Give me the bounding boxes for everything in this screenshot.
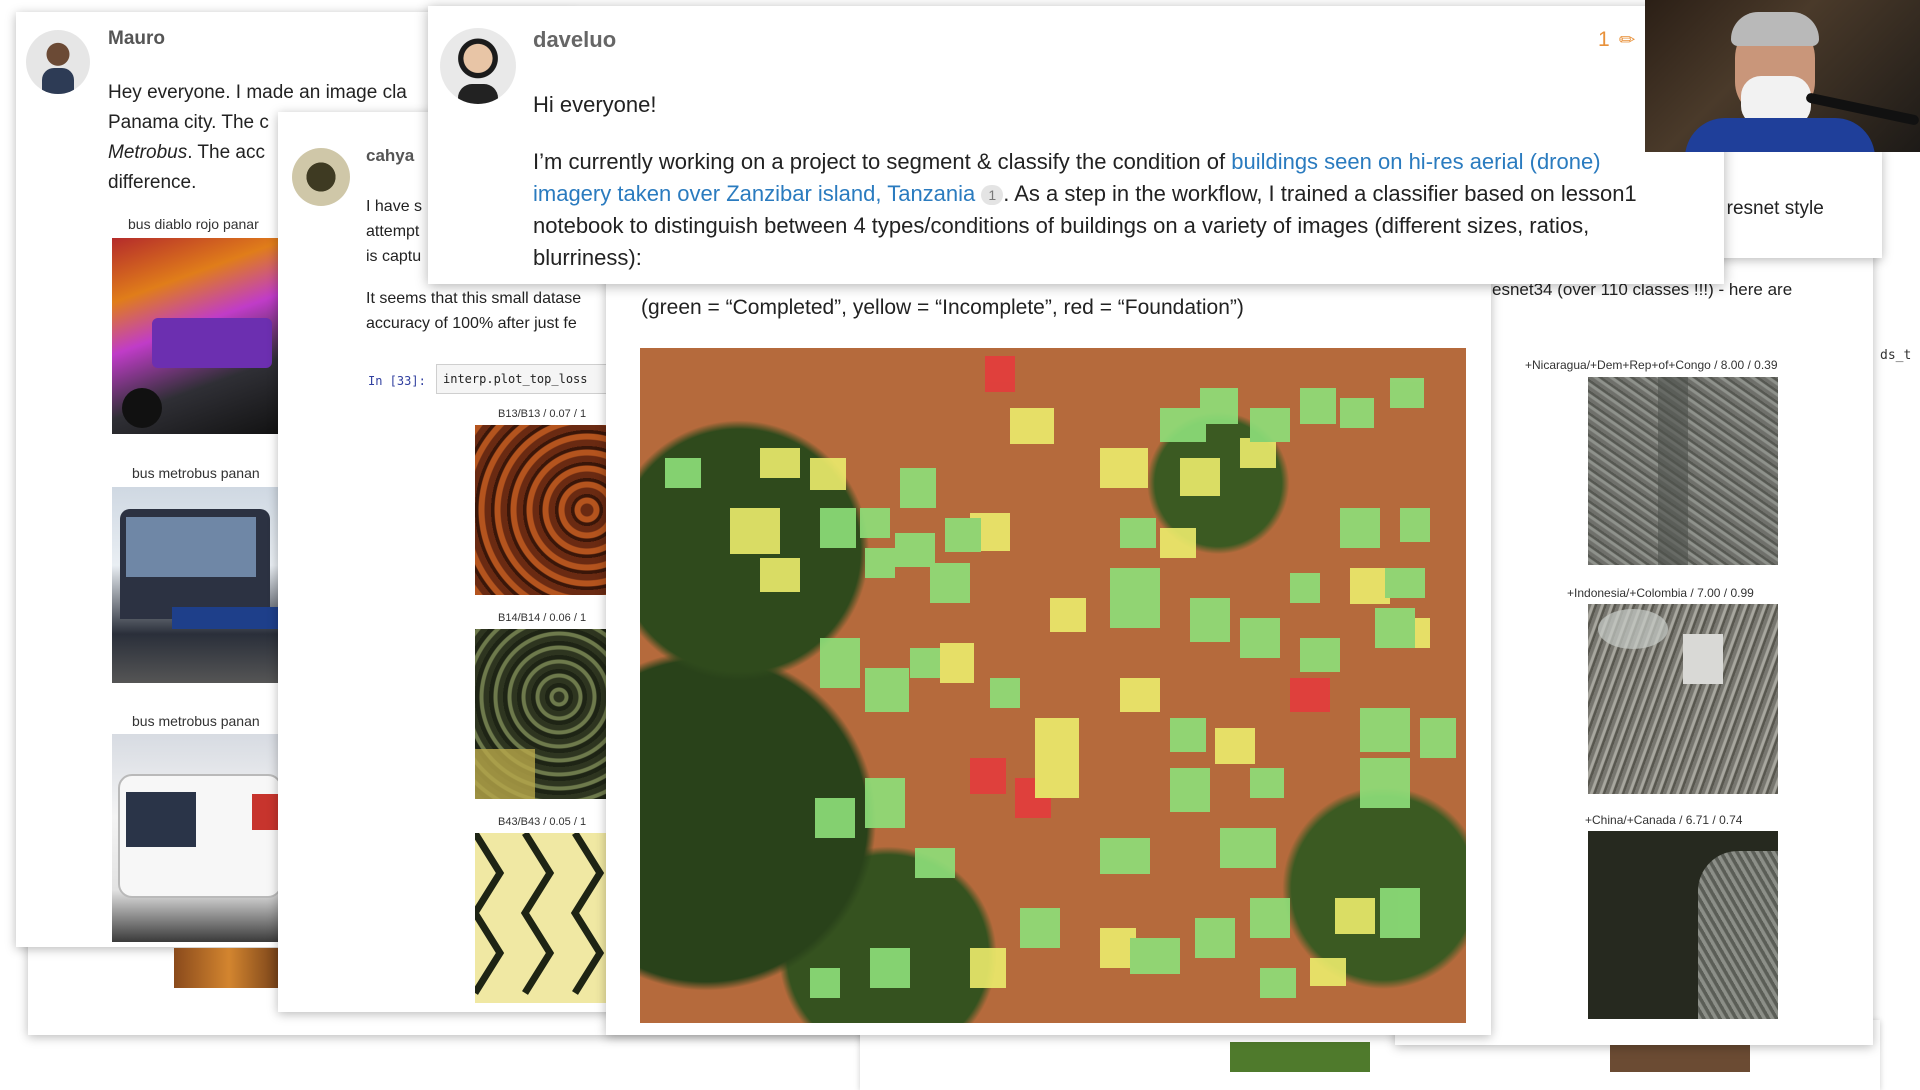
- image-caption: bus metrobus panan: [132, 713, 260, 729]
- satellite-image-3: [1588, 831, 1778, 1019]
- username-cahya[interactable]: cahya: [366, 146, 414, 166]
- image-caption: B13/B13 / 0.07 / 1: [498, 408, 587, 420]
- post-line: I have s: [366, 198, 423, 215]
- username-daveluo[interactable]: daveluo: [533, 27, 616, 53]
- satellite-image-2: [1588, 604, 1778, 794]
- post-line-rest: . The acc: [187, 142, 266, 163]
- post-line: Hey everyone. I made an image cla: [108, 82, 407, 103]
- presenter-hair: [1731, 12, 1819, 46]
- forum-post-image-card: (green = “Completed”, yellow = “Incomple…: [606, 270, 1491, 1035]
- image-caption: B14/B14 / 0.06 / 1: [498, 612, 587, 624]
- bus-image-2: [112, 487, 288, 683]
- post-line: It seems that this small datase: [366, 290, 582, 307]
- image-caption: bus metrobus panan: [132, 465, 260, 481]
- code-text: interp.plot_top_loss: [443, 372, 588, 386]
- webcam-video-overlay: [1645, 0, 1920, 152]
- post-line: attempt: [366, 223, 420, 240]
- post-body-pre: I’m currently working on a project to se…: [533, 149, 1232, 174]
- post-text-cahya: I have s attempt is captu: [366, 194, 422, 269]
- presenter-shirt: [1685, 118, 1875, 152]
- avatar-daveluo: [440, 28, 516, 104]
- satellite-image-1: [1588, 377, 1778, 565]
- post-body-daveluo: I’m currently working on a project to se…: [533, 146, 1673, 274]
- edit-indicator[interactable]: 1 ✎: [1598, 27, 1641, 53]
- food-thumbnail: [1610, 1042, 1750, 1072]
- image-caption: B43/B43 / 0.05 / 1: [498, 816, 587, 828]
- post-line: is captu: [366, 248, 422, 265]
- food-image-partial: [174, 948, 284, 988]
- building-overlays: [665, 356, 1456, 998]
- post-line: accuracy of 100% after just fe: [366, 315, 577, 332]
- avatar-mauro: [26, 30, 90, 94]
- code-edge-text: ds_t: [1880, 348, 1912, 363]
- image-caption: +China/+Canada / 6.71 / 0.74: [1585, 813, 1743, 827]
- link-click-count: 1: [981, 185, 1004, 206]
- legend-text: (green = “Completed”, yellow = “Incomple…: [641, 296, 1244, 319]
- pencil-icon: ✎: [1614, 27, 1641, 54]
- avatar-cahya: [292, 148, 350, 206]
- post-greeting: Hi everyone!: [533, 92, 657, 117]
- post-text-cahya-2: It seems that this small datase accuracy…: [366, 286, 581, 336]
- edit-count: 1: [1598, 28, 1610, 51]
- image-caption: +Nicaragua/+Dem+Rep+of+Congo / 8.00 / 0.…: [1525, 358, 1778, 372]
- forum-post-daveluo: daveluo 1 ✎ Hi everyone! I’m currently w…: [428, 6, 1724, 284]
- bus-image-3: [112, 734, 288, 942]
- username-mauro[interactable]: Mauro: [108, 28, 165, 50]
- aerial-drone-image[interactable]: [640, 348, 1466, 1023]
- code-prompt: In [33]:: [368, 374, 426, 388]
- emphasis-text: Metrobus: [108, 142, 188, 163]
- bus-image-1: [112, 238, 288, 434]
- vegetable-thumbnail: [1230, 1042, 1370, 1072]
- image-caption: +Indonesia/+Colombia / 7.00 / 0.99: [1567, 586, 1754, 600]
- image-caption: bus diablo rojo panar: [128, 216, 259, 232]
